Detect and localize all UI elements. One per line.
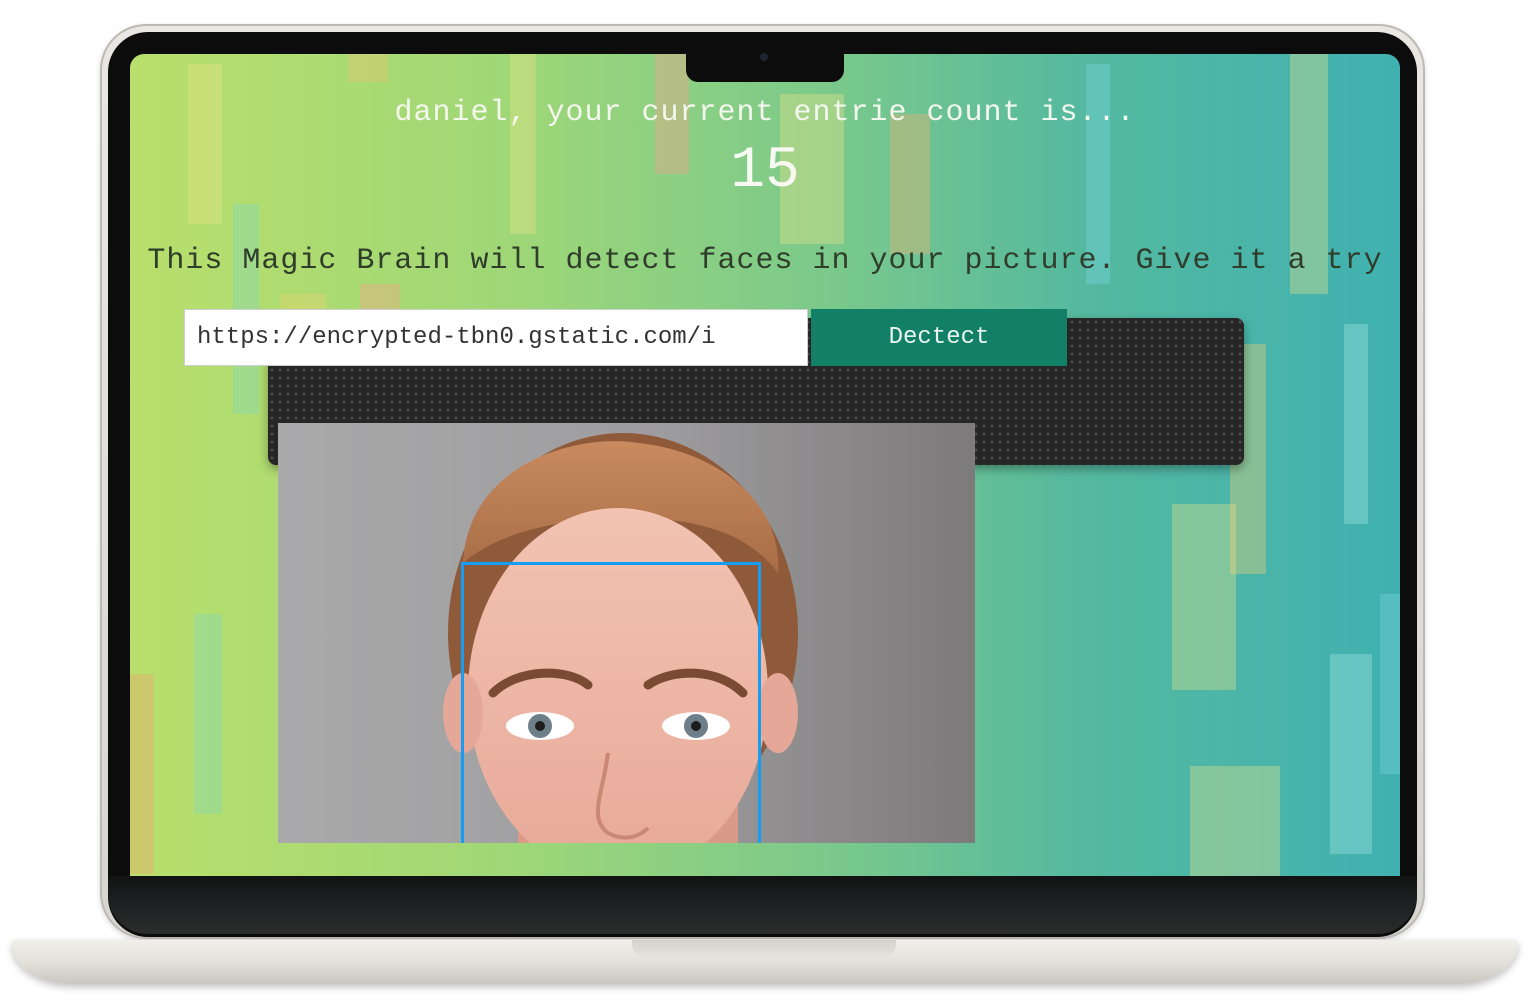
image-url-input[interactable]: [184, 309, 808, 366]
detect-button[interactable]: Dectect: [811, 309, 1067, 366]
tagline: This Magic Brain will detect faces in yo…: [147, 244, 1383, 278]
laptop-opening-groove: [632, 940, 896, 958]
screen-chin: [108, 876, 1417, 934]
entry-count-message: daniel, your current entrie count is...: [394, 96, 1136, 130]
face-bounding-box: [461, 562, 761, 843]
camera-icon: [760, 53, 768, 61]
face-image: [278, 423, 975, 843]
entry-count: 15: [730, 139, 800, 204]
